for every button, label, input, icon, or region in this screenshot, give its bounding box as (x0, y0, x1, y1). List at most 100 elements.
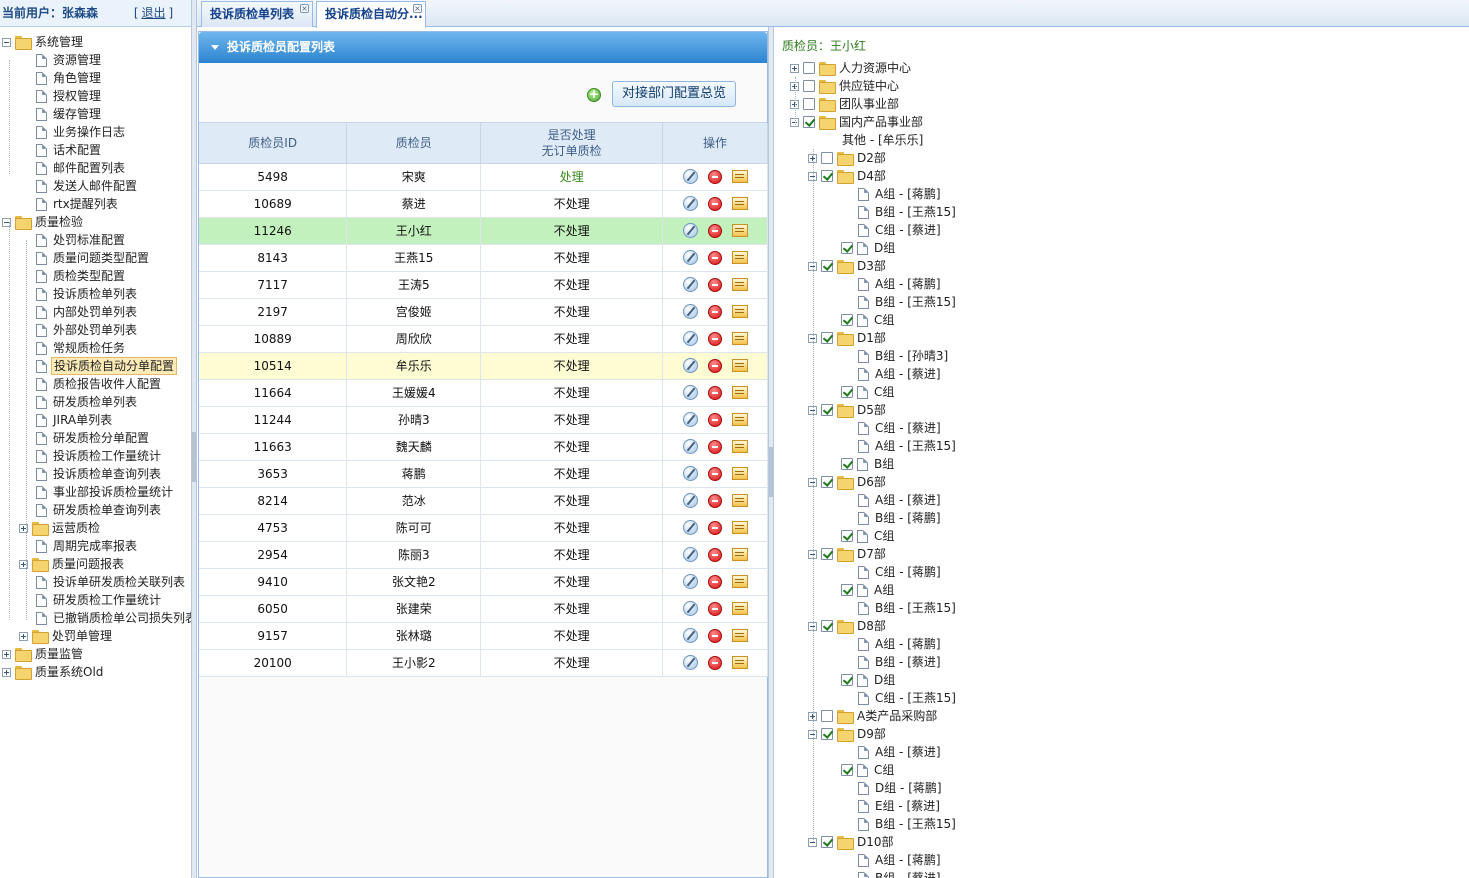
nav-item[interactable]: 质检类型配置 (36, 267, 127, 285)
config-icon[interactable] (731, 197, 748, 210)
nav-folder[interactable]: 系统管理 (2, 33, 85, 51)
nav-item[interactable]: 研发质检单查询列表 (36, 501, 163, 519)
edit-icon[interactable] (682, 250, 698, 265)
table-row[interactable]: 11246 王小红 不处理 (199, 217, 768, 245)
nav-item[interactable]: 邮件配置列表 (36, 159, 127, 177)
table-row[interactable]: 2954 陈丽3 不处理 (199, 541, 768, 569)
checkbox[interactable] (841, 530, 853, 542)
dept-group-node[interactable]: A组 - [蒋鹏] (858, 275, 943, 293)
dept-node[interactable]: D3部 (808, 257, 888, 275)
table-row[interactable]: 5498 宋爽 处理 (199, 163, 768, 191)
dept-group-node[interactable]: C组 - [蔡进] (858, 419, 943, 437)
dept-node[interactable]: 国内产品事业部 (790, 113, 925, 131)
nav-item[interactable]: 角色管理 (36, 69, 103, 87)
edit-icon[interactable] (682, 439, 698, 454)
edit-icon[interactable] (682, 412, 698, 427)
dept-node[interactable]: D9部 (808, 725, 888, 743)
tab-auto-dispatch[interactable]: 投诉质检自动分... × (316, 1, 426, 28)
nav-item[interactable]: 处罚标准配置 (36, 231, 127, 249)
nav-item[interactable]: 投诉质检单列表 (36, 285, 139, 303)
checkbox[interactable] (803, 116, 815, 128)
checkbox[interactable] (821, 620, 833, 632)
delete-icon[interactable] (707, 412, 722, 427)
table-row[interactable]: 3653 蒋鹏 不处理 (199, 460, 768, 488)
col-header-id[interactable]: 质检员ID (199, 123, 348, 164)
config-icon[interactable] (731, 170, 748, 183)
checkbox[interactable] (803, 80, 815, 92)
checkbox[interactable] (841, 458, 853, 470)
nav-item[interactable]: 研发质检分单配置 (36, 429, 151, 447)
dept-group-node[interactable]: B组 - [孙晴3] (858, 347, 950, 365)
table-row[interactable]: 10889 周欣欣 不处理 (199, 325, 768, 353)
config-icon[interactable] (731, 467, 748, 480)
checkbox[interactable] (821, 710, 833, 722)
expand-icon[interactable] (19, 631, 28, 641)
left-splitter[interactable] (191, 0, 197, 878)
nav-folder[interactable]: 质量问题报表 (19, 555, 126, 573)
edit-icon[interactable] (682, 547, 698, 562)
dept-group-node[interactable]: B组 - [蔡进] (858, 869, 943, 878)
table-row[interactable]: 9410 张文艳2 不处理 (199, 568, 768, 596)
config-icon[interactable] (731, 359, 748, 372)
edit-icon[interactable] (682, 169, 698, 184)
dept-group-node[interactable]: C组 (841, 527, 896, 545)
right-splitter-handle[interactable] (769, 447, 773, 497)
edit-icon[interactable] (682, 331, 698, 346)
checkbox[interactable] (803, 62, 815, 74)
delete-icon[interactable] (707, 520, 722, 535)
delete-icon[interactable] (707, 223, 722, 238)
nav-item[interactable]: 研发质检单列表 (36, 393, 139, 411)
nav-item[interactable]: 事业部投诉质检量统计 (36, 483, 175, 501)
nav-folder[interactable]: 处罚单管理 (19, 627, 114, 645)
checkbox[interactable] (821, 332, 833, 344)
table-row[interactable]: 10514 牟乐乐 不处理 (199, 352, 768, 380)
nav-item[interactable]: 话术配置 (36, 141, 103, 159)
edit-icon[interactable] (682, 574, 698, 589)
edit-icon[interactable] (682, 520, 698, 535)
dept-group-node[interactable]: D组 (841, 671, 897, 689)
dept-node[interactable]: D4部 (808, 167, 888, 185)
dept-group-node[interactable]: A组 - [蒋鹏] (858, 851, 943, 869)
nav-folder[interactable]: 质量系统Old (2, 663, 105, 681)
edit-icon[interactable] (682, 466, 698, 481)
edit-icon[interactable] (682, 223, 698, 238)
table-row[interactable]: 8143 王燕15 不处理 (199, 244, 768, 272)
checkbox[interactable] (803, 98, 815, 110)
expand-icon[interactable] (790, 63, 799, 73)
dept-group-node[interactable]: A组 - [蔡进] (858, 365, 943, 383)
dept-group-node[interactable]: C组 - [蔡进] (858, 221, 943, 239)
config-icon[interactable] (731, 332, 748, 345)
checkbox[interactable] (821, 548, 833, 560)
delete-icon[interactable] (707, 601, 722, 616)
col-header-name[interactable]: 质检员 (346, 123, 482, 164)
dept-group-node[interactable]: A组 - [蒋鹏] (858, 185, 943, 203)
nav-item[interactable]: 投诉质检自动分单配置 (36, 357, 178, 375)
delete-icon[interactable] (707, 169, 722, 184)
checkbox[interactable] (821, 404, 833, 416)
edit-icon[interactable] (682, 385, 698, 400)
edit-icon[interactable] (682, 304, 698, 319)
expand-icon[interactable] (2, 667, 11, 677)
checkbox[interactable] (821, 836, 833, 848)
delete-icon[interactable] (707, 439, 722, 454)
edit-icon[interactable] (682, 277, 698, 292)
delete-icon[interactable] (707, 277, 722, 292)
delete-icon[interactable] (707, 493, 722, 508)
col-header-handle[interactable]: 是否处理 无订单质检 (480, 123, 664, 164)
nav-item[interactable]: 缓存管理 (36, 105, 103, 123)
checkbox[interactable] (821, 260, 833, 272)
table-row[interactable]: 11244 孙晴3 不处理 (199, 406, 768, 434)
edit-icon[interactable] (682, 628, 698, 643)
nav-item[interactable]: 发送人邮件配置 (36, 177, 139, 195)
checkbox[interactable] (841, 584, 853, 596)
panel-header[interactable]: 投诉质检员配置列表 (199, 32, 767, 63)
dept-node[interactable]: D1部 (808, 329, 888, 347)
delete-icon[interactable] (707, 331, 722, 346)
delete-icon[interactable] (707, 547, 722, 562)
dept-node[interactable]: A类产品采购部 (808, 707, 939, 725)
table-row[interactable]: 20100 王小影2 不处理 (199, 649, 768, 677)
dept-group-node[interactable]: B组 - [王燕15] (858, 293, 958, 311)
dept-group-node[interactable]: A组 - [蔡进] (858, 491, 943, 509)
dept-node[interactable]: D7部 (808, 545, 888, 563)
config-icon[interactable] (731, 548, 748, 561)
